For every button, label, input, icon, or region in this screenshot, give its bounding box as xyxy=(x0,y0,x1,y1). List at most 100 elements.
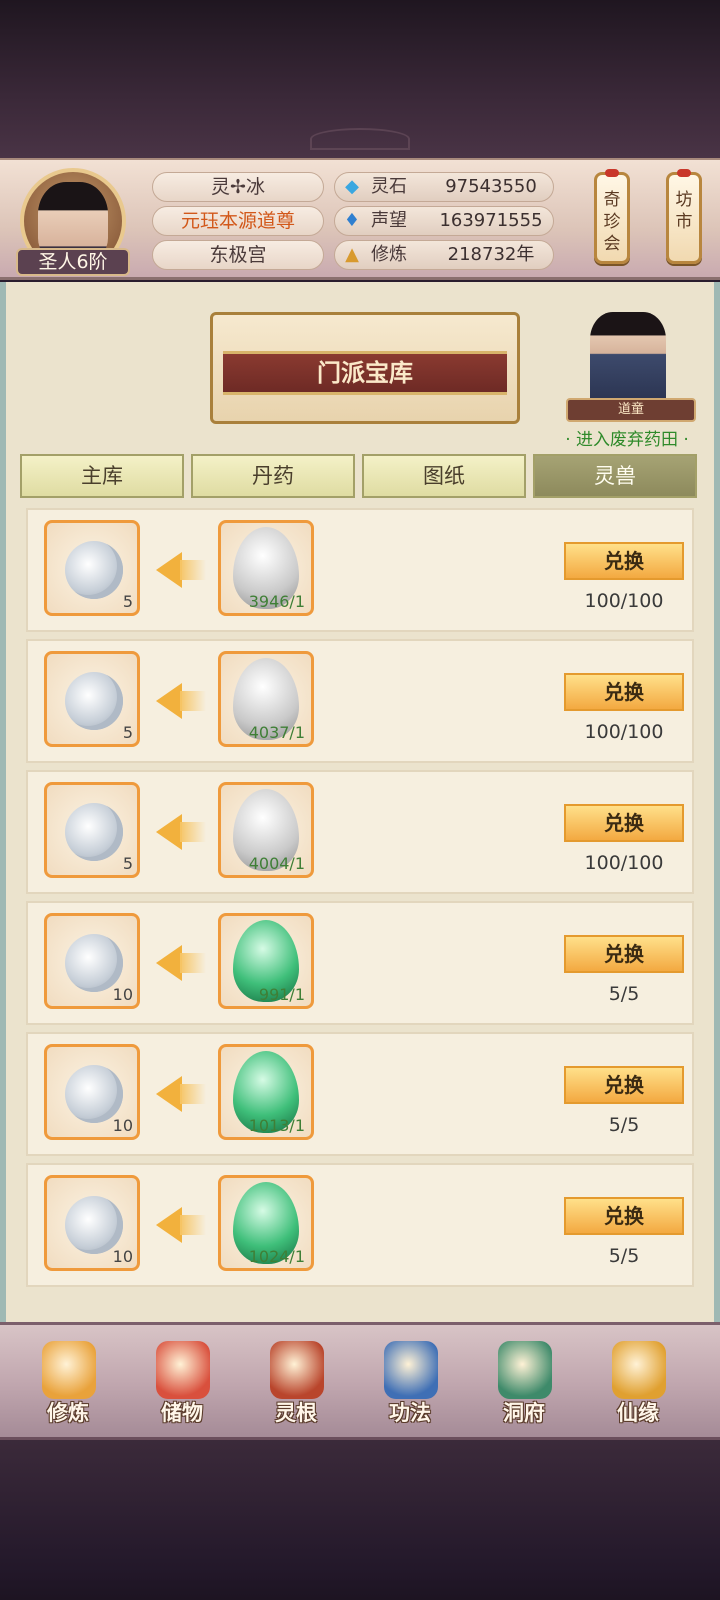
arrow-tail xyxy=(180,822,206,842)
enter-herb-field-link[interactable]: · 进入废弃药田 · xyxy=(552,425,702,450)
exchange-button[interactable]: 兑换 xyxy=(564,935,684,973)
npc-portrait xyxy=(590,312,666,404)
reward-quantity: 1013/1 xyxy=(248,1116,305,1135)
reward-quantity: 1024/1 xyxy=(248,1247,305,1266)
exchange-button[interactable]: 兑换 xyxy=(564,542,684,580)
rank-badge: 圣人6阶 xyxy=(16,248,130,276)
exchange-row: 5 3946/1 兑换 100/100 xyxy=(26,508,694,632)
tab-blueprints[interactable]: 图纸 xyxy=(362,454,526,498)
cost-quantity: 5 xyxy=(122,592,133,611)
prestige-icon: ♦ xyxy=(343,210,361,231)
scripture-book-icon xyxy=(384,1341,438,1399)
stat-prestige: ♦ 声望 163971555 xyxy=(334,206,554,236)
reward-item-slot[interactable]: 4004/1 xyxy=(218,782,314,878)
storage-bag-icon xyxy=(156,1341,210,1399)
lantern-cap-icon xyxy=(605,169,619,177)
player-header: 圣人6阶 灵✢冰 元珏本源道尊 东极宫 ◆ 灵石 97543550 ♦ 声望 1… xyxy=(0,158,720,280)
stat-label: 声望 xyxy=(371,210,407,231)
exchange-row: 10 1013/1 兑换 5/5 xyxy=(26,1032,694,1156)
exchange-row: 10 991/1 兑换 5/5 xyxy=(26,901,694,1025)
stat-value: 97543550 xyxy=(445,176,537,197)
spirit-feather-icon xyxy=(65,541,123,599)
cost-item-slot[interactable]: 5 xyxy=(44,782,140,878)
exchange-row: 5 4004/1 兑换 100/100 xyxy=(26,770,694,894)
cost-quantity: 10 xyxy=(112,1116,133,1135)
cost-item-slot[interactable]: 10 xyxy=(44,1175,140,1271)
treasure-fair-label: 奇珍会 xyxy=(603,190,621,254)
nav-item[interactable]: 仙缘 xyxy=(588,1331,688,1435)
bottom-background xyxy=(0,1440,720,1600)
reward-quantity: 991/1 xyxy=(258,985,305,1004)
arrow-left-icon xyxy=(156,1076,182,1112)
nav-label: 灵根 xyxy=(275,1401,317,1425)
reward-item-slot[interactable]: 4037/1 xyxy=(218,651,314,747)
reward-item-slot[interactable]: 1013/1 xyxy=(218,1044,314,1140)
top-background xyxy=(0,0,720,160)
nav-item[interactable]: 储物 xyxy=(132,1331,232,1435)
arrow-tail xyxy=(180,1084,206,1104)
sect-treasury-panel: 门派宝库 道童 · 进入废弃药田 · 主库 丹药 图纸 灵兽 5 3946/1 … xyxy=(0,282,720,1322)
arrow-left-icon xyxy=(156,1207,182,1243)
nav-item[interactable]: 修炼 xyxy=(18,1331,118,1435)
reward-item-slot[interactable]: 991/1 xyxy=(218,913,314,1009)
treasure-fair-button[interactable]: 奇珍会 xyxy=(594,169,630,264)
spirit-feather-icon xyxy=(65,934,123,992)
player-name: 灵✢冰 xyxy=(152,172,324,202)
cost-quantity: 5 xyxy=(122,854,133,873)
exchange-limit: 100/100 xyxy=(584,852,664,874)
spirit-root-icon xyxy=(270,1341,324,1399)
nav-item[interactable]: 功法 xyxy=(360,1331,460,1435)
cost-item-slot[interactable]: 10 xyxy=(44,913,140,1009)
spirit-feather-icon xyxy=(65,672,123,730)
arrow-left-icon xyxy=(156,683,182,719)
exchange-button[interactable]: 兑换 xyxy=(564,1066,684,1104)
nav-item[interactable]: 灵根 xyxy=(246,1331,346,1435)
cultivate-icon xyxy=(42,1341,96,1399)
cost-quantity: 10 xyxy=(112,985,133,1004)
exchange-limit: 5/5 xyxy=(608,1114,640,1136)
cost-quantity: 5 xyxy=(122,723,133,742)
nav-item[interactable]: 洞府 xyxy=(474,1331,574,1435)
exchange-limit: 5/5 xyxy=(608,1245,640,1267)
tab-main-storage[interactable]: 主库 xyxy=(20,454,184,498)
gourd-icon xyxy=(612,1341,666,1399)
spirit-feather-icon xyxy=(65,1196,123,1254)
cost-item-slot[interactable]: 5 xyxy=(44,520,140,616)
lantern-cap-icon xyxy=(677,169,691,177)
reward-quantity: 3946/1 xyxy=(248,592,305,611)
cost-quantity: 10 xyxy=(112,1247,133,1266)
player-sect: 东极宫 xyxy=(152,240,324,270)
arrow-tail xyxy=(180,691,206,711)
npc-daotong[interactable]: 道童 xyxy=(566,312,696,434)
stat-value: 218732年 xyxy=(447,244,535,265)
tab-pills[interactable]: 丹药 xyxy=(191,454,355,498)
spirit-feather-icon xyxy=(65,803,123,861)
exchange-button[interactable]: 兑换 xyxy=(564,673,684,711)
treasury-banner: 门派宝库 xyxy=(210,312,520,424)
cost-item-slot[interactable]: 5 xyxy=(44,651,140,747)
exchange-button[interactable]: 兑换 xyxy=(564,1197,684,1235)
reward-item-slot[interactable]: 3946/1 xyxy=(218,520,314,616)
market-label: 坊市 xyxy=(675,190,693,232)
reward-item-slot[interactable]: 1024/1 xyxy=(218,1175,314,1271)
exchange-limit: 100/100 xyxy=(584,590,664,612)
cave-mansion-icon xyxy=(498,1341,552,1399)
nav-label: 功法 xyxy=(389,1401,431,1425)
arrow-tail xyxy=(180,953,206,973)
stat-label: 灵石 xyxy=(371,176,407,197)
stat-label: 修炼 xyxy=(371,244,407,265)
exchange-row: 5 4037/1 兑换 100/100 xyxy=(26,639,694,763)
arrow-left-icon xyxy=(156,814,182,850)
top-ornament xyxy=(310,128,410,150)
tab-spirit-beasts[interactable]: 灵兽 xyxy=(533,454,697,498)
nav-label: 仙缘 xyxy=(617,1401,659,1425)
exchange-row: 10 1024/1 兑换 5/5 xyxy=(26,1163,694,1287)
cost-item-slot[interactable]: 10 xyxy=(44,1044,140,1140)
bottom-nav: 修炼 储物 灵根 功法 洞府 仙缘 xyxy=(0,1322,720,1440)
exchange-button[interactable]: 兑换 xyxy=(564,804,684,842)
exchange-limit: 100/100 xyxy=(584,721,664,743)
market-button[interactable]: 坊市 xyxy=(666,169,702,264)
spirit-stone-icon: ◆ xyxy=(345,176,359,197)
arrow-left-icon xyxy=(156,945,182,981)
category-tabs: 主库 丹药 图纸 灵兽 xyxy=(20,454,697,498)
